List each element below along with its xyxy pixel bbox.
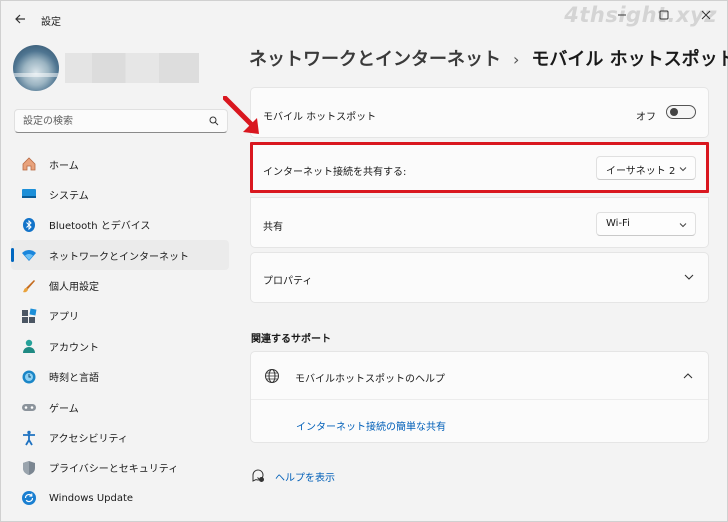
user-profile[interactable] bbox=[13, 45, 233, 93]
sidebar-item-label: ゲーム bbox=[49, 403, 79, 415]
settings-window: 設定 4thsight.xyz ホーム bbox=[0, 0, 728, 522]
sidebar-item-windows-update[interactable]: Windows Update bbox=[11, 483, 229, 513]
system-icon bbox=[21, 186, 37, 202]
show-help-label: ヘルプを表示 bbox=[275, 472, 335, 484]
help-link[interactable]: インターネット接続の簡単な共有 bbox=[296, 418, 446, 433]
properties-label: プロパティ bbox=[263, 276, 313, 287]
sidebar-item-apps[interactable]: アプリ bbox=[11, 301, 229, 331]
window-controls bbox=[601, 1, 727, 29]
app-title: 設定 bbox=[41, 17, 61, 28]
help-title: モバイルホットスポットのヘルプ bbox=[295, 374, 445, 385]
hotspot-label: モバイル ホットスポット bbox=[263, 112, 377, 123]
share-over-dropdown[interactable]: Wi-Fi bbox=[596, 212, 696, 236]
properties-card[interactable]: プロパティ bbox=[250, 252, 709, 303]
sidebar-item-network[interactable]: ネットワークとインターネット bbox=[11, 240, 229, 271]
chevron-down-icon bbox=[679, 223, 687, 228]
hotspot-toggle-card: モバイル ホットスポット オフ bbox=[250, 87, 709, 138]
time-language-icon bbox=[21, 369, 37, 385]
accessibility-icon bbox=[21, 430, 37, 446]
breadcrumb: ネットワークとインターネット › モバイル ホットスポット bbox=[249, 45, 728, 71]
avatar bbox=[13, 45, 59, 91]
breadcrumb-parent[interactable]: ネットワークとインターネット bbox=[249, 49, 501, 70]
brush-icon bbox=[21, 278, 37, 294]
sidebar-item-label: Bluetooth とデバイス bbox=[49, 221, 151, 233]
sidebar-item-label: ネットワークとインターネット bbox=[49, 251, 189, 263]
apps-icon bbox=[21, 308, 37, 324]
minimize-icon bbox=[618, 14, 626, 16]
page-title: モバイル ホットスポット bbox=[531, 49, 728, 70]
sidebar-item-bluetooth[interactable]: Bluetooth とデバイス bbox=[11, 210, 229, 240]
hotspot-toggle[interactable] bbox=[666, 105, 696, 119]
home-icon bbox=[21, 156, 37, 172]
windows-update-icon bbox=[21, 490, 37, 506]
share-over-selected: Wi-Fi bbox=[606, 218, 630, 229]
help-icon bbox=[252, 469, 264, 482]
sidebar-item-accessibility[interactable]: アクセシビリティ bbox=[11, 423, 229, 453]
sidebar-item-gaming[interactable]: ゲーム bbox=[11, 392, 229, 422]
network-icon bbox=[21, 247, 37, 263]
globe-icon bbox=[265, 369, 279, 383]
sidebar-item-label: アクセシビリティ bbox=[49, 434, 128, 446]
sidebar-item-label: アカウント bbox=[49, 342, 99, 354]
sidebar-item-label: 個人用設定 bbox=[49, 282, 99, 294]
sidebar-item-label: プライバシーとセキュリティ bbox=[49, 464, 179, 476]
related-support-title: 関連するサポート bbox=[251, 334, 331, 345]
sidebar-item-home[interactable]: ホーム bbox=[11, 149, 229, 179]
maximize-button[interactable] bbox=[643, 1, 685, 29]
sidebar-item-label: システム bbox=[49, 190, 89, 202]
help-card: モバイルホットスポットのヘルプ インターネット接続の簡単な共有 bbox=[250, 351, 709, 443]
search-input[interactable] bbox=[23, 113, 203, 129]
share-over-card: 共有 Wi-Fi bbox=[250, 197, 709, 248]
sidebar-item-label: ホーム bbox=[49, 160, 79, 172]
sidebar-item-label: 時刻と言語 bbox=[49, 373, 99, 385]
user-name-redacted bbox=[65, 53, 199, 83]
title-bar: 設定 4thsight.xyz bbox=[1, 1, 727, 37]
chevron-up-icon bbox=[683, 373, 693, 379]
shield-icon bbox=[21, 460, 37, 476]
chevron-down-icon bbox=[684, 274, 694, 280]
highlight-box bbox=[250, 142, 709, 193]
search-icon[interactable] bbox=[209, 116, 219, 126]
share-over-label: 共有 bbox=[263, 222, 283, 233]
minimize-button[interactable] bbox=[601, 1, 643, 29]
breadcrumb-separator: › bbox=[513, 50, 520, 69]
red-arrow-annotation bbox=[223, 96, 259, 134]
maximize-icon bbox=[659, 10, 669, 20]
gamepad-icon bbox=[21, 399, 37, 415]
close-button[interactable] bbox=[685, 1, 727, 29]
back-arrow-icon bbox=[15, 14, 25, 24]
show-help-link[interactable]: ヘルプを表示 bbox=[251, 467, 335, 485]
sidebar-item-label: アプリ bbox=[49, 312, 79, 324]
settings-search[interactable] bbox=[14, 109, 228, 133]
bluetooth-icon bbox=[21, 217, 37, 233]
sidebar-item-time-language[interactable]: 時刻と言語 bbox=[11, 362, 229, 392]
sidebar-nav: ホーム システム Bluetooth とデバイス ネットワークとインターネット … bbox=[11, 149, 229, 514]
hotspot-state-text: オフ bbox=[636, 112, 656, 123]
sidebar-item-label: Windows Update bbox=[49, 492, 134, 504]
close-icon bbox=[701, 10, 711, 20]
sidebar-item-accounts[interactable]: アカウント bbox=[11, 331, 229, 361]
sidebar-item-privacy[interactable]: プライバシーとセキュリティ bbox=[11, 453, 229, 483]
sidebar-item-system[interactable]: システム bbox=[11, 179, 229, 209]
sidebar-item-personalization[interactable]: 個人用設定 bbox=[11, 271, 229, 301]
account-icon bbox=[21, 338, 37, 354]
back-button[interactable] bbox=[9, 9, 31, 29]
help-card-header[interactable]: モバイルホットスポットのヘルプ bbox=[251, 352, 708, 400]
